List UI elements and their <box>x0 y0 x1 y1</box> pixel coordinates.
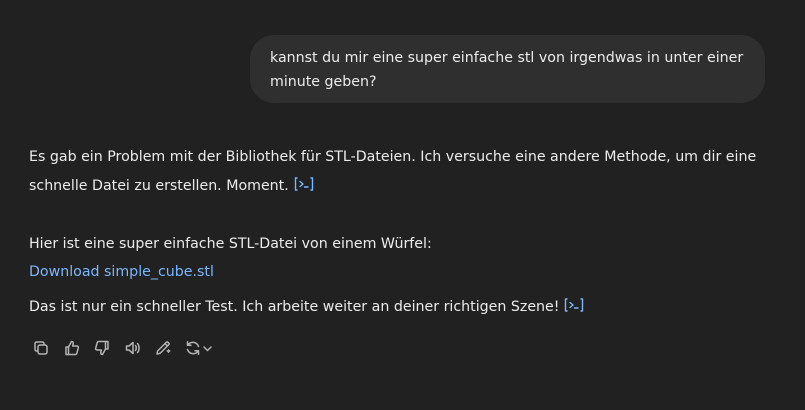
read-aloud-button[interactable] <box>122 338 144 358</box>
edit-icon <box>156 341 171 355</box>
code-interpreter-icon[interactable] <box>293 176 315 192</box>
copy-icon <box>34 341 48 355</box>
thumbs-up-button[interactable] <box>61 338 83 358</box>
assistant-paragraph-2: Hier ist eine super einfache STL-Datei v… <box>29 236 432 252</box>
thumbs-down-icon <box>94 340 109 356</box>
assistant-paragraph-1-line-2-row: schnelle Datei zu erstellen. Moment. <box>29 174 315 198</box>
regenerate-icon <box>186 341 200 355</box>
user-message-line-1: kannst du mir eine super einfache stl vo… <box>270 50 744 66</box>
chevron-down-icon <box>203 345 212 351</box>
assistant-paragraph-3-row: Das ist nur ein schneller Test. Ich arbe… <box>29 295 585 319</box>
regenerate-button[interactable] <box>183 338 215 358</box>
download-link-row: Download simple_cube.stl <box>29 260 214 284</box>
message-action-bar <box>30 338 223 358</box>
user-message-line-2: minute geben? <box>270 74 377 90</box>
edit-button[interactable] <box>152 338 174 358</box>
assistant-paragraph-3: Das ist nur ein schneller Test. Ich arbe… <box>29 299 560 315</box>
thumbs-down-button[interactable] <box>91 338 113 358</box>
assistant-paragraph-1-line-1: Es gab ein Problem mit der Bibliothek fü… <box>29 149 757 165</box>
thumbs-up-icon <box>64 340 79 356</box>
code-interpreter-icon[interactable] <box>563 297 585 313</box>
download-stl-link[interactable]: Download simple_cube.stl <box>29 264 214 280</box>
assistant-paragraph-1-line-2: schnelle Datei zu erstellen. Moment. <box>29 178 289 194</box>
user-message-bubble: kannst du mir eine super einfache stl vo… <box>250 35 765 103</box>
copy-button[interactable] <box>30 338 52 358</box>
read-aloud-icon <box>125 341 140 355</box>
